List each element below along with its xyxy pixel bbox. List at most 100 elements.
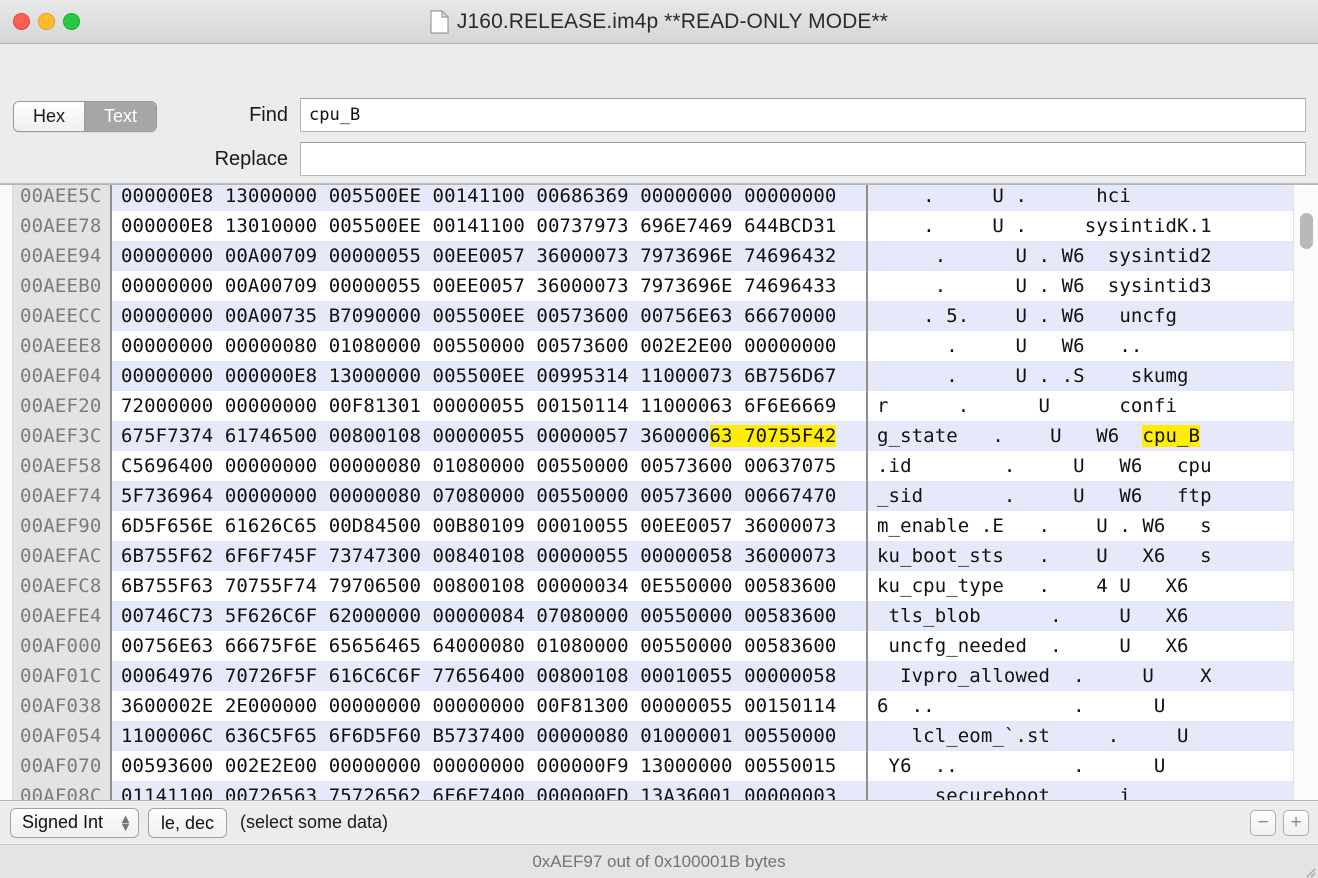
address-row-list: 00AEE5C 00AEE78 00AEE94 00AEEB0 00AEECC 00AEE… [13,185,110,800]
ascii-match-highlight: cpu_B [1142,425,1201,447]
hex-pane[interactable]: 000000E8 13000000 005500EE 00141100 0068… [112,185,868,800]
minimize-window-button[interactable] [38,13,55,30]
hex-row[interactable]: 6D5F656E 61626C65 00D84500 00B80109 0001… [112,511,866,541]
endianness-button[interactable]: le, dec [147,807,227,838]
ascii-pane[interactable]: . U . hci . U . sysintidK.1 . U . W6 sys… [868,185,1293,800]
address-cell: 00AEF3C [20,425,102,447]
hex-row[interactable]: 00000000 00A00709 00000055 00EE0057 3600… [112,271,866,301]
ascii-row[interactable]: .id . U W6 cpu [868,451,1293,481]
ascii-row[interactable]: . U . W6 sysintid3 [868,271,1293,301]
hex-row[interactable]: 72000000 00000000 00F81301 00000055 0015… [112,391,866,421]
ascii-row[interactable]: 6 .. . U [868,691,1293,721]
ascii-row[interactable]: . U . hci [868,185,1293,211]
address-cell: 00AEF58 [20,455,102,477]
hex-row[interactable]: 3600002E 2E000000 00000000 00000000 00F8… [112,691,866,721]
address-cell: 00AEE5C [20,185,102,207]
ascii-row[interactable]: ku_boot_sts . U X6 s [868,541,1293,571]
hex-row[interactable]: 000000E8 13010000 005500EE 00141100 0073… [112,211,866,241]
ascii-row[interactable]: . 5. U . W6 uncfg [868,301,1293,331]
ascii-row[interactable]: . U . sysintidK.1 [868,211,1293,241]
title-bar: J160.RELEASE.im4p **READ-ONLY MODE** [0,0,1318,44]
hex-row[interactable]: 00000000 00A00709 00000055 00EE0057 3600… [112,241,866,271]
address-cell: 00AF000 [20,635,102,657]
close-window-button[interactable] [13,13,30,30]
address-cell: 00AEECC [20,305,102,327]
maximize-window-button[interactable] [63,13,80,30]
status-bar: 0xAEF97 out of 0x100001B bytes [0,844,1318,878]
find-row: Find [0,98,1306,132]
address-cell: 00AEFC8 [20,575,102,597]
window-title: J160.RELEASE.im4p **READ-ONLY MODE** [456,9,889,33]
hex-row-list[interactable]: 000000E8 13000000 005500EE 00141100 0068… [112,185,866,800]
ascii-row[interactable]: Ivpro_allowed . U X [868,661,1293,691]
address-cell: 00AF038 [20,695,102,717]
hex-row[interactable]: 00593600 002E2E00 00000000 00000000 0000… [112,751,866,781]
zoom-out-button[interactable]: − [1250,809,1276,836]
ascii-row[interactable]: m_enable .E . U . W6 s [868,511,1293,541]
selection-hint: (select some data) [239,812,389,832]
ascii-row[interactable]: Y6 .. . U [868,751,1293,781]
left-scroll-track[interactable] [0,185,13,800]
ascii-row[interactable]: ku_cpu_type . 4 U X6 [868,571,1293,601]
hex-row[interactable]: 01141100 00726563 75726562 6F6F7400 0000… [112,781,866,800]
ascii-row[interactable]: g_state . U W6 cpu_B [868,421,1293,451]
ascii-row[interactable]: secureboot i [868,781,1293,800]
chevron-updown-icon: ▲ ▼ [119,810,132,834]
ascii-row[interactable]: . U . .S skumg [868,361,1293,391]
address-cell: 00AEEE8 [20,335,102,357]
hex-row[interactable]: 00756E63 66675F6E 65656465 64000080 0108… [112,631,866,661]
replace-input[interactable] [300,142,1306,176]
address-cell: 00AEF74 [20,485,102,507]
hex-row[interactable]: 6B755F63 70755F74 79706500 00800108 0000… [112,571,866,601]
inspector-bar: Signed Int ▲ ▼ le, dec (select some data)… [0,800,1318,844]
hex-row[interactable]: C5696400 00000000 00000080 01080000 0055… [112,451,866,481]
ascii-row[interactable]: _sid . U W6 ftp [868,481,1293,511]
replace-label: Replace [214,147,288,170]
vertical-scrollbar[interactable] [1293,185,1318,800]
address-cell: 00AF08C [20,785,102,800]
hex-row[interactable]: 00000000 00000080 01080000 00550000 0057… [112,331,866,361]
address-gutter: 00AEE5C 00AEE78 00AEE94 00AEEB0 00AEECC 00AEE… [13,185,112,800]
address-cell: 00AF01C [20,665,102,687]
find-input[interactable] [300,98,1306,132]
find-bar: Hex Text Find Replace Replace All Replac… [0,44,1318,220]
hex-row[interactable]: 6B755F62 6F6F745F 73747300 00840108 0000… [112,541,866,571]
resize-grip-icon[interactable] [1302,863,1316,878]
hex-row[interactable]: 000000E8 13000000 005500EE 00141100 0068… [112,185,866,211]
zoom-in-button[interactable]: + [1283,809,1309,836]
find-label: Find [249,103,288,126]
hex-row[interactable]: 00000000 000000E8 13000000 005500EE 0099… [112,361,866,391]
address-cell: 00AEF90 [20,515,102,537]
document-icon [430,9,450,34]
replace-row: Replace [0,142,1306,176]
hex-row[interactable]: 00000000 00A00735 B7090000 005500EE 0057… [112,301,866,331]
hex-row[interactable]: 00746C73 5F626C6F 62000000 00000084 0708… [112,601,866,631]
status-text: 0xAEF97 out of 0x100001B bytes [532,851,786,871]
zoom-buttons: − + [1250,809,1309,836]
address-cell: 00AEFAC [20,545,102,567]
address-cell: 00AEEB0 [20,275,102,297]
data-type-value: Signed Int [22,812,104,832]
ascii-row-list[interactable]: . U . hci . U . sysintidK.1 . U . W6 sys… [868,185,1293,800]
window-controls [0,13,80,30]
address-cell: 00AEFE4 [20,605,102,627]
title-group: J160.RELEASE.im4p **READ-ONLY MODE** [0,0,1318,43]
hex-row[interactable]: 5F736964 00000000 00000080 07080000 0055… [112,481,866,511]
hex-row[interactable]: 1100006C 636C5F65 6F6D5F60 B5737400 0000… [112,721,866,751]
data-type-popup[interactable]: Signed Int ▲ ▼ [10,807,139,838]
ascii-row[interactable]: r . U confi [868,391,1293,421]
scrollbar-thumb[interactable] [1300,213,1313,249]
ascii-row[interactable]: . U W6 .. [868,331,1293,361]
ascii-row[interactable]: tls_blob . U X6 [868,601,1293,631]
address-cell: 00AEE94 [20,245,102,267]
ascii-row[interactable]: uncfg_needed . U X6 [868,631,1293,661]
ascii-row[interactable]: lcl_eom_`.st . U [868,721,1293,751]
editor-content: 00AEE5C 00AEE78 00AEE94 00AEEB0 00AEECC 00AEE… [0,184,1318,800]
ascii-row[interactable]: . U . W6 sysintid2 [868,241,1293,271]
hex-row[interactable]: 00064976 70726F5F 616C6C6F 77656400 0080… [112,661,866,691]
hex-row[interactable]: 675F7374 61746500 00800108 00000055 0000… [112,421,866,451]
address-cell: 00AEF20 [20,395,102,417]
hex-match-highlight: 63 70755F42 [709,425,837,447]
address-cell: 00AF054 [20,725,102,747]
hex-editor-window: J160.RELEASE.im4p **READ-ONLY MODE** Hex… [0,0,1318,878]
